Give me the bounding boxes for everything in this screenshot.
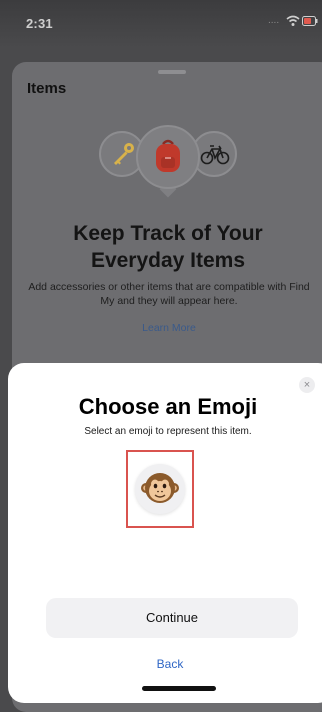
status-bar: 2:31 ....: [0, 0, 322, 48]
status-time: 2:31: [26, 16, 53, 31]
monkey-face-icon: [141, 473, 179, 503]
battery-icon: [302, 16, 318, 26]
signal-indicator: ....: [268, 15, 280, 26]
home-indicator[interactable]: [142, 686, 216, 691]
wifi-icon: [286, 15, 300, 26]
items-title: Items: [27, 80, 67, 97]
bicycle-icon: [200, 145, 230, 165]
close-button[interactable]: ×: [299, 377, 315, 393]
description-text: Add accessories or other items that are …: [28, 281, 310, 307]
learn-more-link[interactable]: Learn More: [116, 322, 222, 334]
headline: Keep Track of Your Everyday Items: [73, 222, 263, 272]
key-icon: [114, 143, 134, 165]
continue-button[interactable]: Continue: [46, 598, 298, 638]
modal-subtitle: Select an emoji to represent this item.: [84, 426, 252, 437]
sheet-grabber[interactable]: [158, 70, 186, 74]
backpack-icon: [156, 139, 180, 172]
modal-title: Choose an Emoji: [78, 394, 258, 419]
back-button[interactable]: Back: [130, 657, 210, 671]
